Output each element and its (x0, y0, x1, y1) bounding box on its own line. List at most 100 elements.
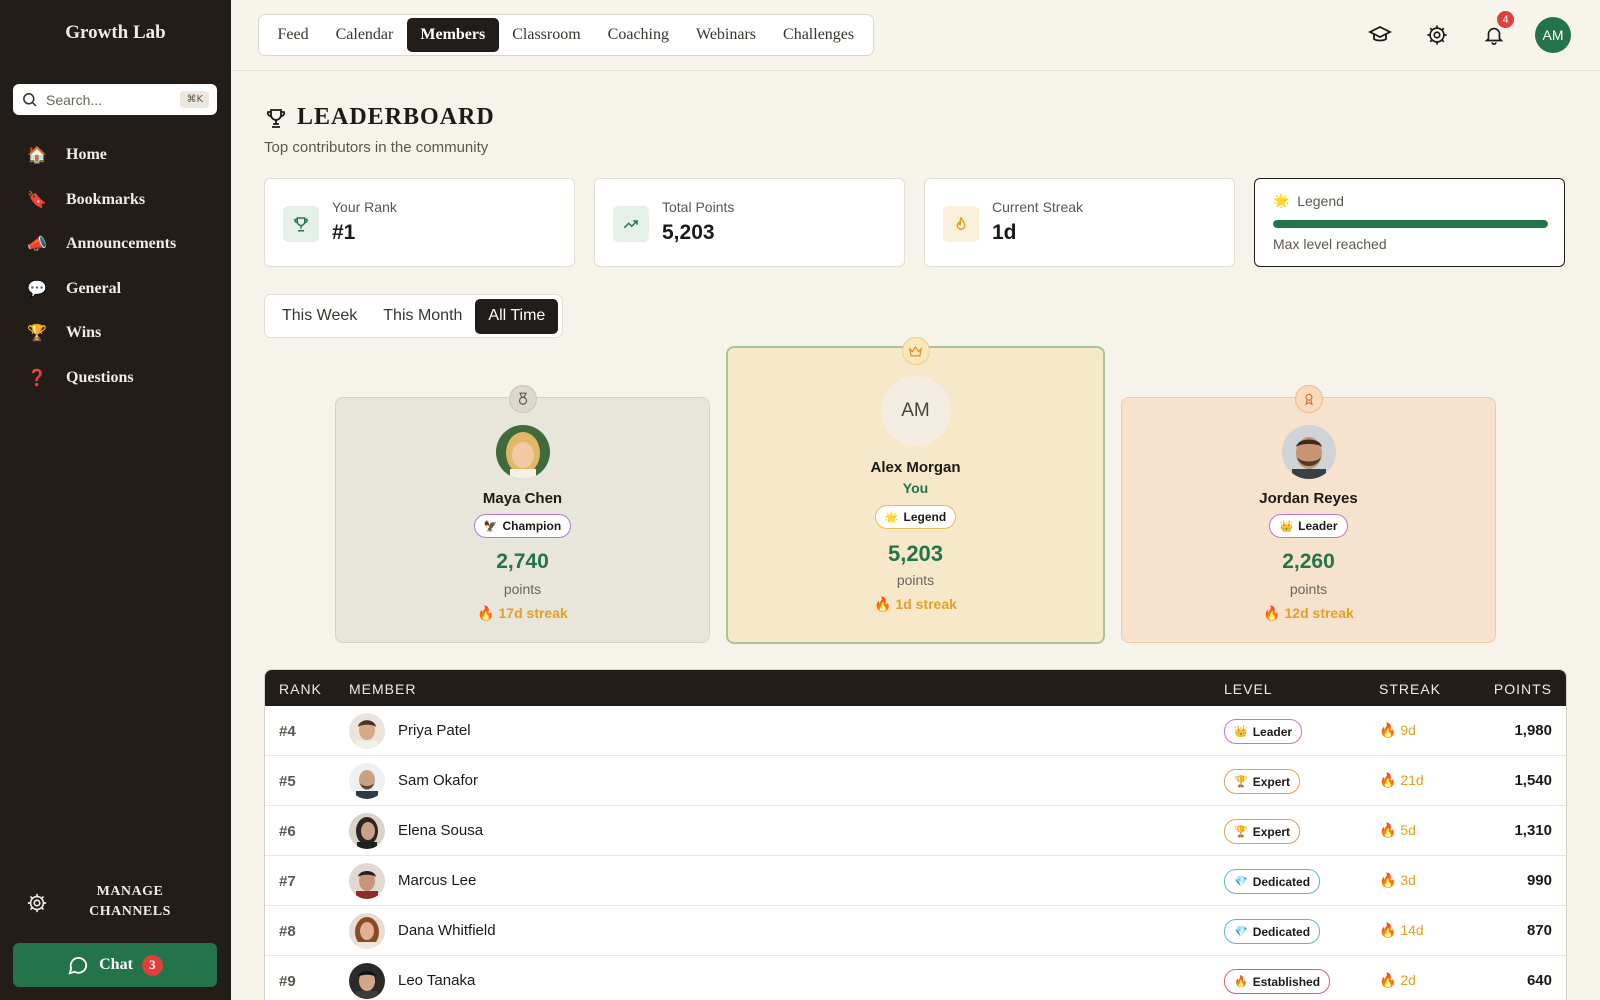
avatar (349, 913, 385, 949)
member-name[interactable]: Marcus Lee (398, 872, 476, 889)
podium-third-place[interactable]: Jordan Reyes 👑 Leader 2,260 points 🔥 12d … (1121, 385, 1496, 643)
tab-feed[interactable]: Feed (264, 18, 322, 52)
points-label: points (1289, 581, 1328, 597)
table-row[interactable]: #9 Leo Tanaka 🔥 Established 🔥 2d 640 (265, 956, 1566, 1000)
column-header-streak[interactable]: STREAK (1379, 681, 1441, 697)
star-icon: 🌟 (1273, 193, 1290, 208)
bookmark-icon: 🔖 (27, 191, 47, 209)
leaderboard-table: RANK MEMBER LEVEL STREAK POINTS #4 Priya… (264, 669, 1567, 1000)
table-row[interactable]: #5 Sam Okafor 🏆 Expert 🔥 21d 1,540 (265, 756, 1566, 806)
settings-gear-icon[interactable] (1424, 22, 1450, 48)
manage-channels-label: MANAGE CHANNELS (89, 884, 171, 919)
flame-icon: 🔥 (1379, 822, 1401, 838)
graduation-cap-icon[interactable] (1367, 22, 1393, 48)
column-header-rank[interactable]: RANK (279, 681, 322, 697)
stat-card-points: Total Points 5,203 (594, 178, 905, 267)
flame-icon: 🔥 (1379, 872, 1401, 888)
sidebar-item-bookmarks[interactable]: 🔖 Bookmarks (0, 178, 231, 223)
tab-coaching[interactable]: Coaching (594, 18, 682, 52)
stat-value: 1d (992, 221, 1017, 244)
page-title-row: LEADERBOARD (264, 104, 495, 131)
row-rank: #8 (279, 923, 296, 940)
member-name[interactable]: Dana Whitfield (398, 922, 496, 939)
points-label: points (503, 581, 542, 597)
tab-members[interactable]: Members (406, 18, 499, 52)
stat-value: 5,203 (662, 221, 715, 244)
column-header-level[interactable]: LEVEL (1224, 681, 1273, 697)
tab-classroom[interactable]: Classroom (499, 18, 594, 52)
member-name[interactable]: Sam Okafor (398, 772, 478, 789)
period-this-month[interactable]: This Month (370, 299, 475, 334)
table-row[interactable]: #6 Elena Sousa 🏆 Expert 🔥 5d 1,310 (265, 806, 1566, 856)
crown-icon: 👑 (1234, 726, 1248, 738)
manage-channels-button[interactable]: MANAGE CHANNELS (0, 878, 231, 926)
sidebar-item-label: Questions (66, 368, 134, 386)
search-placeholder: Search... (46, 91, 103, 108)
diamond-icon: 💎 (1234, 876, 1248, 888)
podium-first-place[interactable]: AM Alex Morgan You 🌟 Legend 5,203 points … (726, 337, 1105, 644)
star-icon: 🌟 (884, 511, 899, 524)
period-all-time[interactable]: All Time (475, 298, 559, 334)
column-header-member[interactable]: MEMBER (349, 681, 416, 697)
user-avatar[interactable]: AM (1535, 17, 1571, 53)
fire-icon: 🔥 (1234, 976, 1248, 988)
level-cell: 👑 Leader (1224, 719, 1303, 744)
member-streak: 🔥 9d (1379, 722, 1416, 738)
sidebar-item-home[interactable]: 🏠 Home (0, 133, 231, 178)
row-rank: #6 (279, 823, 296, 840)
period-this-week[interactable]: This Week (269, 299, 370, 334)
chat-label: Chat (99, 956, 133, 973)
notification-count-badge: 4 (1497, 11, 1514, 28)
tab-challenges[interactable]: Challenges (770, 18, 868, 52)
level-badge: 💎 Dedicated (1224, 869, 1321, 894)
table-row[interactable]: #7 Marcus Lee 💎 Dedicated 🔥 3d 990 (265, 856, 1566, 906)
sidebar-item-wins[interactable]: 🏆 Wins (0, 311, 231, 356)
search-input[interactable]: Search... ⌘K (13, 84, 217, 115)
avatar (349, 963, 385, 999)
member-name: Alex Morgan (870, 459, 961, 476)
member-points: 1,310 (1514, 822, 1552, 839)
member-name: Maya Chen (482, 490, 563, 507)
column-header-points[interactable]: POINTS (1494, 681, 1552, 697)
sidebar-item-label: Bookmarks (66, 190, 146, 208)
member-points: 2,740 (496, 550, 549, 573)
tab-calendar[interactable]: Calendar (322, 18, 407, 52)
level-cell: 💎 Dedicated (1224, 919, 1321, 944)
sidebar-item-general[interactable]: 💬 General (0, 267, 231, 312)
level-badge: 💎 Dedicated (1224, 919, 1321, 944)
period-selector: This Week This Month All Time (264, 294, 564, 338)
question-icon: ❓ (27, 369, 47, 387)
member-name[interactable]: Leo Tanaka (398, 972, 475, 989)
table-row[interactable]: #8 Dana Whitfield 💎 Dedicated 🔥 14d 870 (265, 906, 1566, 956)
member-streak: 🔥 21d (1379, 772, 1424, 788)
flame-icon: 🔥 (477, 605, 499, 621)
level-badge-row: 🌟 Legend (728, 505, 1103, 529)
stat-card-streak: Current Streak 1d (924, 178, 1235, 267)
app-brand[interactable]: Growth Lab (0, 22, 231, 44)
level-badge: 🦅 Champion (473, 514, 572, 538)
sidebar-item-questions[interactable]: ❓ Questions (0, 356, 231, 401)
table-row[interactable]: #4 Priya Patel 👑 Leader 🔥 9d 1,980 (265, 706, 1566, 756)
chat-button[interactable]: Chat 3 (13, 943, 217, 987)
search-shortcut: ⌘K (180, 91, 209, 108)
stat-card-legend: 🌟 Legend Max level reached (1254, 178, 1565, 267)
points-label: points (896, 572, 935, 588)
member-name[interactable]: Elena Sousa (398, 822, 483, 839)
podium-second-place[interactable]: Maya Chen 🦅 Champion 2,740 points 🔥 17d s… (335, 385, 710, 643)
you-label: You (902, 480, 929, 496)
sidebar-item-label: General (66, 279, 122, 297)
chat-icon (68, 956, 88, 975)
tab-webinars[interactable]: Webinars (683, 18, 770, 52)
sidebar-item-announcements[interactable]: 📣 Announcements (0, 222, 231, 267)
member-streak: 🔥 1d streak (874, 596, 957, 612)
notification-bell-icon[interactable]: 4 (1481, 11, 1514, 48)
sidebar: Growth Lab Search... ⌘K 🏠 Home 🔖 Bookmarks… (0, 0, 231, 1000)
trophy-icon: 🏆 (1234, 826, 1248, 838)
stat-label: Current Streak (992, 199, 1084, 215)
diamond-icon: 💎 (1234, 926, 1248, 938)
level-cell: 💎 Dedicated (1224, 869, 1321, 894)
member-name[interactable]: Priya Patel (398, 722, 471, 739)
member-streak: 🔥 5d (1379, 822, 1416, 838)
trophy-icon: 🏆 (27, 325, 47, 343)
level-badge: 👑 Leader (1224, 719, 1303, 744)
